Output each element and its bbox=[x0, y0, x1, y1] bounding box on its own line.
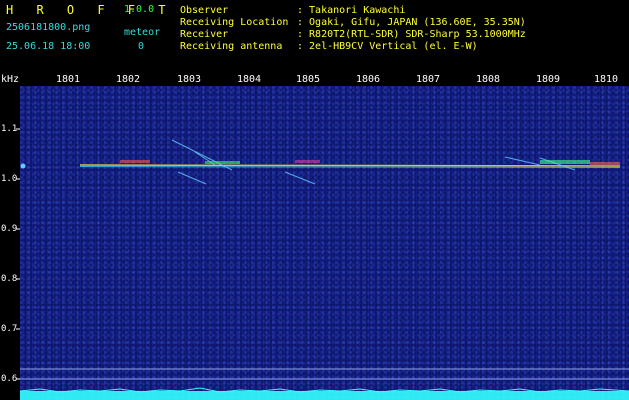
spectrogram-overlay bbox=[16, 128, 629, 400]
baseline-rules bbox=[20, 368, 629, 380]
amplitude-trace bbox=[20, 391, 629, 400]
carrier-line-shadow bbox=[79, 166, 621, 168]
carrier-marker bbox=[20, 163, 26, 169]
freq-tick-marks bbox=[16, 128, 20, 380]
